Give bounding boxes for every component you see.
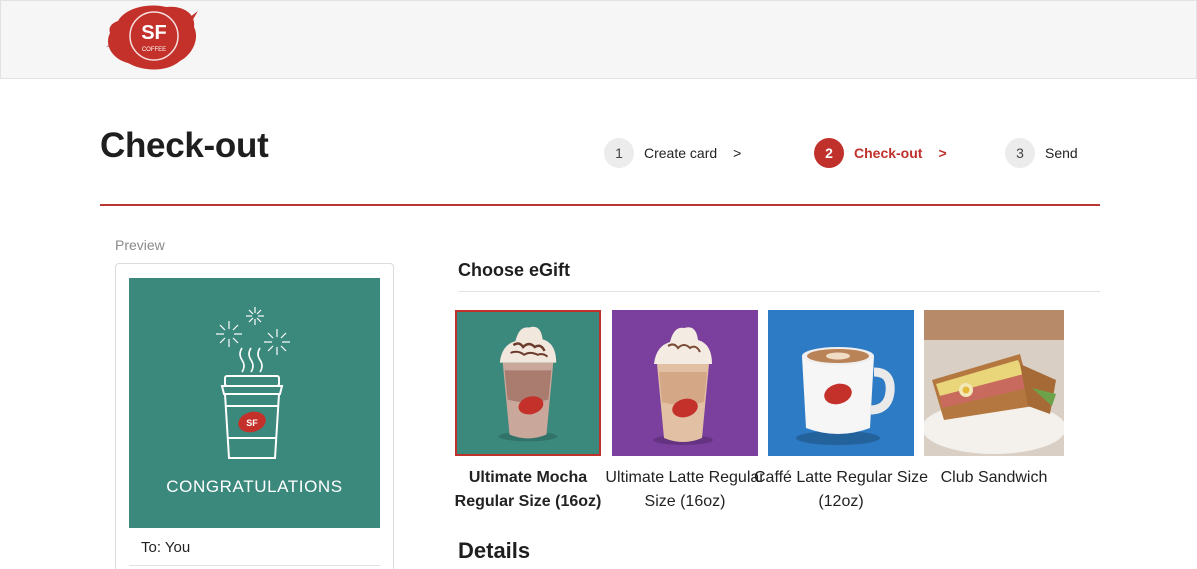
- card-artwork: SF CONGRATULATIONS: [129, 278, 380, 528]
- checkout-stepper: 1 Create card > 2 Check-out > 3 Send: [604, 138, 1104, 168]
- step-check-out[interactable]: 2 Check-out >: [814, 138, 947, 168]
- step-label: Create card: [644, 145, 718, 161]
- step-arrow: >: [938, 145, 947, 161]
- egift-name: Caffé Latte Regular Size (12oz): [753, 469, 929, 510]
- logo-subtext: COFFEE: [142, 47, 166, 53]
- egift-thumbnail[interactable]: [768, 310, 914, 456]
- preview-card: SF CONGRATULATIONS To: You: [115, 263, 394, 569]
- section-divider: [458, 291, 1100, 292]
- cup-logo-text: SF: [246, 418, 258, 428]
- step-send[interactable]: 3 Send: [1005, 138, 1078, 168]
- step-label: Send: [1045, 145, 1078, 161]
- egift-thumbnail[interactable]: [924, 310, 1064, 456]
- sandwich-icon: [924, 310, 1064, 454]
- frappe-cup-icon: [653, 327, 713, 445]
- frappe-cup-icon: [498, 326, 558, 442]
- step-create-card[interactable]: 1 Create card >: [604, 138, 741, 168]
- step-label: Check-out: [854, 145, 923, 161]
- step-arrow: >: [733, 145, 742, 161]
- preview-label: Preview: [115, 237, 165, 253]
- header-divider: [100, 204, 1100, 206]
- step-number: 1: [604, 138, 634, 168]
- card-separator: [129, 565, 380, 566]
- step-number: 3: [1005, 138, 1035, 168]
- egift-name: Ultimate Mocha Regular Size (16oz): [454, 469, 602, 510]
- card-headline: CONGRATULATIONS: [166, 477, 343, 496]
- choose-egift-title: Choose eGift: [458, 260, 571, 280]
- logo-wordmark: SF: [141, 22, 167, 44]
- egift-thumbnail[interactable]: [455, 310, 601, 456]
- details-title: Details: [458, 538, 531, 563]
- egift-thumbnail[interactable]: [612, 310, 758, 456]
- egift-name: Ultimate Latte Regular Size (16oz): [605, 469, 765, 510]
- page-title: Check-out: [100, 126, 269, 165]
- step-number: 2: [814, 138, 844, 168]
- brand-logo[interactable]: SF COFFEE: [104, 3, 200, 73]
- site-header: SF COFFEE: [0, 0, 1197, 79]
- coffee-mug-icon: [796, 347, 895, 445]
- card-recipient: To: You: [141, 539, 191, 556]
- egift-name: Club Sandwich: [940, 469, 1048, 486]
